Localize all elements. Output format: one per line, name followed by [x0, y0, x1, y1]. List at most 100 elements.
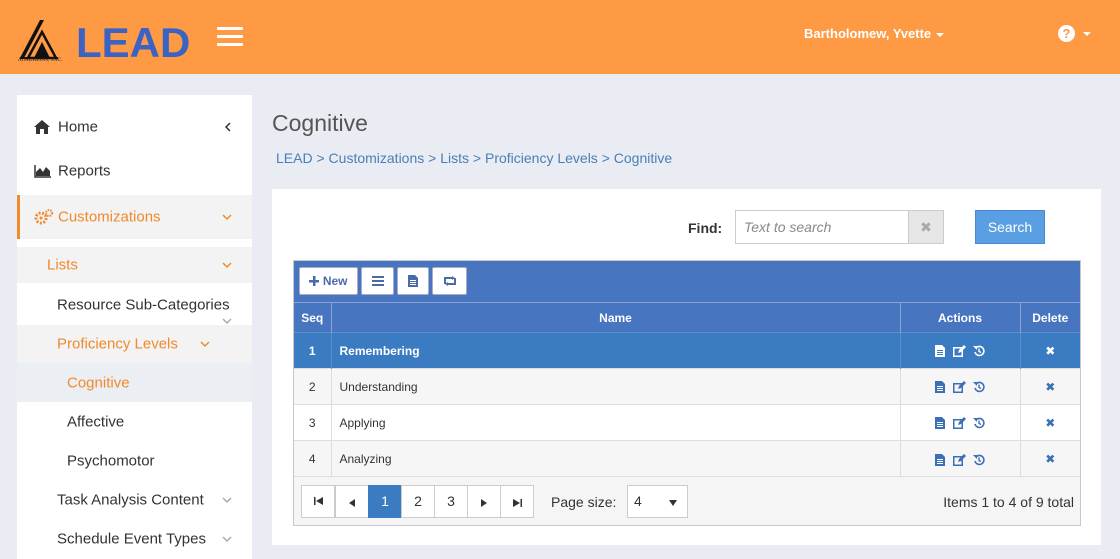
delete-icon[interactable]: ✖ — [1045, 452, 1055, 466]
chevron-down-icon — [222, 262, 232, 269]
breadcrumb-lists[interactable]: Lists — [440, 150, 469, 166]
cell-delete: ✖ — [1019, 440, 1080, 477]
sidebar-item-psychomotor[interactable]: Psychomotor — [17, 441, 252, 480]
page-size-label: Page size: — [551, 494, 617, 510]
first-page-button[interactable] — [301, 485, 335, 518]
page-button-1[interactable]: 1 — [368, 485, 402, 518]
column-header-delete: Delete — [1019, 302, 1080, 333]
edit-icon[interactable] — [952, 381, 966, 394]
edit-icon[interactable] — [952, 453, 966, 466]
search-input[interactable] — [735, 210, 909, 244]
cell-delete: ✖ — [1019, 368, 1080, 405]
new-button[interactable]: New — [299, 267, 358, 295]
new-button-label: New — [322, 274, 348, 288]
sidebar-item-lists[interactable]: Lists — [17, 247, 252, 283]
view-file-icon[interactable] — [935, 417, 946, 430]
breadcrumb-cognitive[interactable]: Cognitive — [614, 150, 672, 166]
retweet-icon — [443, 276, 456, 286]
breadcrumb-customizations[interactable]: Customizations — [329, 150, 425, 166]
sidebar-item-proficiency-levels[interactable]: Proficiency Levels — [17, 325, 252, 363]
sidebar-item-home[interactable]: Home — [17, 105, 252, 149]
pager: 1 2 3 Page size: 4 Items 1 to 4 of 9 tot… — [294, 476, 1080, 525]
sidebar-item-schedule-event-types[interactable]: Schedule Event Types — [17, 519, 252, 558]
cell-name: Applying — [330, 404, 900, 441]
chevron-down-icon — [222, 214, 232, 221]
results-table: Seq Name Actions Delete 1 Remembering ✖ … — [294, 302, 1080, 477]
search-button[interactable]: Search — [975, 210, 1045, 244]
user-name: Bartholomew, Yvette — [804, 26, 932, 41]
history-icon[interactable] — [972, 345, 985, 357]
next-page-button[interactable] — [467, 485, 501, 518]
page-button-2[interactable]: 2 — [401, 485, 435, 518]
list-view-button[interactable] — [361, 267, 394, 295]
cell-seq: 3 — [294, 404, 331, 441]
delete-icon[interactable]: ✖ — [1045, 380, 1055, 394]
grid-toolbar: New — [294, 261, 1080, 302]
export-button[interactable] — [397, 267, 429, 295]
breadcrumb-separator: > — [316, 150, 325, 166]
delete-icon[interactable]: ✖ — [1045, 416, 1055, 430]
hamburger-icon[interactable] — [217, 27, 243, 49]
cell-actions — [899, 404, 1020, 441]
help-menu[interactable]: ? — [1058, 25, 1091, 43]
chevron-down-icon — [222, 496, 232, 503]
breadcrumb-proficiency-levels[interactable]: Proficiency Levels — [485, 150, 598, 166]
sidebar-item-label: Affective — [67, 413, 125, 430]
history-icon[interactable] — [972, 454, 985, 466]
view-file-icon[interactable] — [935, 381, 946, 394]
view-file-icon[interactable] — [935, 453, 946, 466]
breadcrumb-lead[interactable]: LEAD — [276, 150, 313, 166]
sidebar-item-affective[interactable]: Affective — [17, 402, 252, 441]
sidebar-item-label: Task Analysis Content — [57, 491, 204, 508]
data-grid: New Seq Name Actions Delete 1 Rememberin… — [293, 260, 1081, 526]
list-icon — [371, 276, 384, 286]
delete-icon[interactable]: ✖ — [1045, 344, 1055, 358]
last-page-icon — [512, 499, 522, 507]
page-size-select[interactable]: 4 — [627, 485, 688, 518]
sidebar-item-cognitive[interactable]: Cognitive — [17, 363, 252, 402]
sidebar-item-resource-sub-categories[interactable]: Resource Sub-Categories — [17, 287, 252, 325]
chevron-left-icon — [224, 122, 231, 132]
sidebar-item-label: Resource Sub-Categories — [57, 296, 230, 314]
file-icon — [408, 275, 418, 287]
logo-company: AIMEREON, INC. — [18, 57, 63, 63]
prev-page-icon — [349, 499, 355, 507]
cell-delete: ✖ — [1019, 404, 1080, 441]
view-file-icon[interactable] — [935, 345, 946, 358]
breadcrumb-separator: > — [472, 150, 482, 166]
page-button-3[interactable]: 3 — [434, 485, 468, 518]
prev-page-button[interactable] — [335, 485, 369, 518]
edit-icon[interactable] — [952, 345, 966, 358]
table-row[interactable]: 3 Applying ✖ — [294, 404, 1080, 441]
sidebar-item-reports[interactable]: Reports — [17, 149, 252, 193]
last-page-button[interactable] — [500, 485, 534, 518]
sidebar-item-label: Home — [58, 118, 99, 136]
breadcrumb-separator: > — [428, 150, 437, 166]
plus-icon — [309, 276, 320, 286]
table-header-row: Seq Name Actions Delete — [294, 302, 1080, 333]
edit-icon[interactable] — [952, 417, 966, 430]
refresh-button[interactable] — [432, 267, 467, 295]
top-header: LEAD AIMEREON, INC. Bartholomew, Yvette … — [0, 0, 1120, 74]
sidebar-item-label: Customizations — [58, 208, 161, 226]
column-header-name[interactable]: Name — [330, 302, 900, 333]
history-icon[interactable] — [972, 417, 985, 429]
question-circle-icon: ? — [1058, 25, 1075, 43]
column-header-seq[interactable]: Seq — [294, 302, 331, 333]
history-icon[interactable] — [972, 381, 985, 393]
cell-name: Understanding — [330, 368, 900, 405]
find-label: Find: — [688, 220, 723, 236]
caret-down-icon — [936, 32, 945, 37]
area-chart-icon — [34, 165, 51, 178]
sidebar-item-label: Cognitive — [67, 374, 130, 391]
table-row[interactable]: 4 Analyzing ✖ — [294, 440, 1080, 477]
sidebar-item-label: Lists — [47, 256, 78, 274]
sidebar-item-customizations[interactable]: Customizations — [17, 195, 252, 239]
items-info: Items 1 to 4 of 9 total — [943, 494, 1074, 510]
table-row[interactable]: 2 Understanding ✖ — [294, 368, 1080, 405]
table-row[interactable]: 1 Remembering ✖ — [294, 332, 1080, 369]
sidebar-item-task-analysis-content[interactable]: Task Analysis Content — [17, 480, 252, 519]
clear-search-button[interactable]: ✖ — [908, 210, 944, 244]
user-menu[interactable]: Bartholomew, Yvette — [804, 26, 945, 41]
cell-actions — [899, 332, 1020, 369]
